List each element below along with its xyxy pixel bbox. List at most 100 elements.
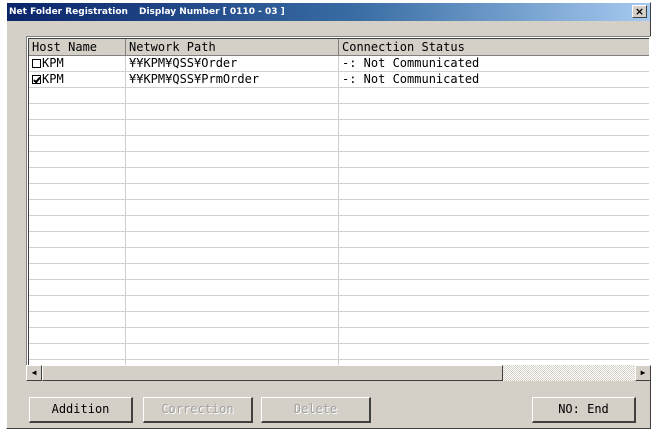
table-row[interactable] [29, 120, 649, 136]
empty-cell [339, 328, 649, 343]
display-number: Display Number [ 0110 - 03 ] [139, 7, 285, 17]
net-folder-table: Host Name Network Path Connection Status… [26, 36, 651, 373]
table-row[interactable] [29, 88, 649, 104]
table-row[interactable] [29, 344, 649, 360]
correction-button[interactable]: Correction [143, 397, 253, 423]
empty-cell [339, 312, 649, 327]
empty-cell [126, 264, 339, 279]
empty-cell [29, 136, 126, 151]
host-name-text: KPM [42, 56, 64, 70]
empty-cell [339, 344, 649, 359]
table-row[interactable] [29, 184, 649, 200]
addition-button[interactable]: Addition [29, 397, 133, 423]
empty-cell [126, 216, 339, 231]
network-path-cell: ¥¥KPM¥QSS¥Order [126, 56, 339, 71]
empty-cell [339, 216, 649, 231]
table-row[interactable] [29, 168, 649, 184]
empty-cell [339, 280, 649, 295]
connection-status-cell: -: Not Communicated [342, 56, 480, 70]
table-row[interactable]: KPM ¥¥KPM¥QSS¥PrmOrder -: Not Communicated [29, 72, 649, 88]
table-row[interactable] [29, 280, 649, 296]
table-row[interactable] [29, 200, 649, 216]
column-header-host-name[interactable]: Host Name [29, 39, 126, 55]
table-row[interactable] [29, 296, 649, 312]
table-row[interactable] [29, 232, 649, 248]
scroll-right-icon[interactable]: ▶ [635, 365, 651, 381]
empty-cell [126, 120, 339, 135]
table-row[interactable] [29, 136, 649, 152]
empty-cell [126, 280, 339, 295]
empty-cell [126, 136, 339, 151]
table-header: Host Name Network Path Connection Status [29, 39, 649, 56]
empty-cell [29, 168, 126, 183]
empty-cell [126, 168, 339, 183]
scroll-left-icon[interactable]: ◀ [26, 365, 42, 381]
empty-cell [339, 200, 649, 215]
empty-cell [29, 248, 126, 263]
table-body: KPM ¥¥KPM¥QSS¥Order -: Not Communicated KPM… [29, 56, 649, 371]
empty-cell [339, 184, 649, 199]
empty-cell [126, 200, 339, 215]
empty-cell [29, 328, 126, 343]
empty-cell [339, 136, 649, 151]
empty-cell [29, 200, 126, 215]
empty-cell [339, 264, 649, 279]
table-row[interactable] [29, 104, 649, 120]
empty-cell [339, 232, 649, 247]
empty-cell [126, 312, 339, 327]
empty-cell [29, 312, 126, 327]
empty-cell [339, 296, 649, 311]
empty-cell [126, 248, 339, 263]
table-row[interactable] [29, 152, 649, 168]
host-name-cell: KPM [29, 72, 126, 87]
end-button[interactable]: NO: End [532, 397, 636, 423]
table-row[interactable] [29, 328, 649, 344]
empty-cell [126, 232, 339, 247]
empty-cell [29, 264, 126, 279]
column-header-network-path[interactable]: Network Path [126, 39, 339, 55]
checkbox-checked-icon[interactable] [32, 75, 41, 84]
column-header-connection-status[interactable]: Connection Status [339, 39, 649, 55]
title-bar: Net Folder Registration Display Number [… [7, 3, 650, 21]
horizontal-scrollbar[interactable]: ◀ ▶ [26, 365, 651, 381]
empty-cell [29, 184, 126, 199]
empty-cell [126, 344, 339, 359]
net-folder-registration-window: Net Folder Registration Display Number [… [6, 2, 651, 429]
close-icon[interactable]: × [632, 5, 647, 18]
empty-cell [339, 152, 649, 167]
host-name-text: KPM [42, 72, 64, 86]
table-row[interactable] [29, 248, 649, 264]
scrollbar-thumb[interactable] [42, 365, 503, 381]
empty-cell [29, 232, 126, 247]
empty-cell [339, 120, 649, 135]
empty-cell [126, 328, 339, 343]
empty-cell [126, 184, 339, 199]
table-frame: Host Name Network Path Connection Status… [28, 38, 649, 371]
table-row[interactable] [29, 312, 649, 328]
empty-cell [29, 296, 126, 311]
empty-cell [126, 104, 339, 119]
empty-cell [126, 296, 339, 311]
empty-cell [339, 248, 649, 263]
window-title: Net Folder Registration [9, 7, 128, 17]
host-name-cell: KPM [29, 56, 126, 71]
empty-cell [339, 104, 649, 119]
empty-cell [126, 152, 339, 167]
empty-cell [29, 280, 126, 295]
empty-cell [29, 152, 126, 167]
checkbox-unchecked-icon[interactable] [32, 59, 41, 68]
network-path-cell: ¥¥KPM¥QSS¥PrmOrder [126, 72, 339, 87]
empty-cell [29, 104, 126, 119]
empty-cell [29, 216, 126, 231]
connection-status-cell: -: Not Communicated [342, 72, 480, 86]
empty-cell [29, 88, 126, 103]
empty-cell [29, 344, 126, 359]
table-row[interactable]: KPM ¥¥KPM¥QSS¥Order -: Not Communicated [29, 56, 649, 72]
empty-cell [339, 168, 649, 183]
delete-button[interactable]: Delete [261, 397, 371, 423]
empty-cell [339, 88, 649, 103]
empty-cell [126, 88, 339, 103]
empty-cell [29, 120, 126, 135]
table-row[interactable] [29, 216, 649, 232]
table-row[interactable] [29, 264, 649, 280]
